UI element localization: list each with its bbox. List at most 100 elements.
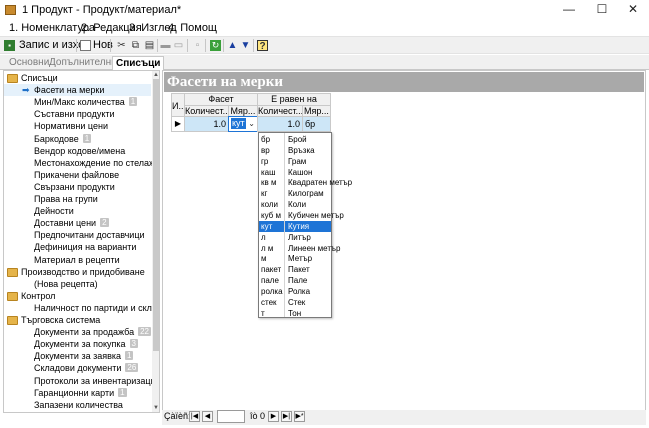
option-name: Линеен метър xyxy=(288,243,341,253)
equal-unit-cell[interactable]: бр xyxy=(302,116,331,132)
option-name: Ролка xyxy=(288,286,311,296)
option-name: Метър xyxy=(288,254,313,264)
last-record-button[interactable]: ▶| xyxy=(281,411,292,422)
paste-icon[interactable]: ▤ xyxy=(144,40,155,51)
toolbar-divider xyxy=(253,39,254,52)
first-record-button[interactable]: |◀ xyxy=(189,411,200,422)
sidebar-scrollbar[interactable]: ▲ ▼ xyxy=(152,71,159,412)
scroll-thumb[interactable] xyxy=(153,79,159,351)
dropdown-column-divider xyxy=(284,133,285,317)
sidebar-item-label: Свързани продукти xyxy=(34,181,115,192)
maximize-button[interactable]: ☐ xyxy=(586,0,618,20)
sidebar-item-label: Протоколи за инвентаризация xyxy=(34,375,160,386)
copy-icon[interactable]: ⧉ xyxy=(130,40,141,51)
option-code: ролка xyxy=(261,286,283,296)
record-number-input[interactable] xyxy=(217,410,245,423)
dropdown-option[interactable]: пале Пале xyxy=(259,275,331,286)
new-record-button[interactable]: ▶* xyxy=(294,411,305,422)
sidebar-item-label: Права на групи xyxy=(34,194,98,204)
dropdown-option[interactable]: л м Линеен метър xyxy=(259,243,340,254)
toolbar-divider xyxy=(223,39,224,52)
scroll-up-icon[interactable]: ▲ xyxy=(152,71,159,79)
content-panel: Фасети на мерки И... Фасет Е равен на Ко… xyxy=(162,70,646,413)
count-badge: 22 xyxy=(138,327,152,337)
minimize-button[interactable]: — xyxy=(553,0,585,20)
sidebar-item-label: Складови документи xyxy=(34,363,122,374)
dropdown-option[interactable]: каш Кашон xyxy=(259,167,331,178)
record-navigator: Çàïèñ: |◀ ◀ îò 0 ▶ ▶| ▶* xyxy=(162,410,646,425)
refresh-icon[interactable]: ↻ xyxy=(210,40,221,51)
option-code: кв м xyxy=(261,178,277,188)
sidebar-item-label: Доставни цени xyxy=(34,218,97,229)
dropdown-option[interactable]: м Метър xyxy=(259,253,331,264)
row-header-column[interactable]: И... xyxy=(171,93,185,117)
sidebar-item-label: Документи за заявка xyxy=(34,351,122,362)
dropdown-option[interactable]: коли Коли xyxy=(259,199,331,210)
option-code: гр xyxy=(261,156,269,166)
arrow-up-icon[interactable]: ▲ xyxy=(227,40,238,51)
sidebar-item-label: Документи за продажба xyxy=(34,327,135,338)
next-record-button[interactable]: ▶ xyxy=(268,411,279,422)
tab-lists[interactable]: Списъци xyxy=(112,56,165,70)
unit-combobox[interactable]: кут ⌄ xyxy=(228,116,258,132)
unit-dropdown-list[interactable]: бр Брой вр Връзка гр Грам каш Кашон кв м Квадрате… xyxy=(258,132,352,319)
cut-icon[interactable]: ✂ xyxy=(116,40,127,51)
tab-additional[interactable]: Допълнителни xyxy=(46,56,120,70)
count-badge: 3 xyxy=(129,339,138,349)
dropdown-option[interactable]: ролка Ролка xyxy=(259,286,331,297)
dropdown-option[interactable]: гр Грам xyxy=(259,156,331,167)
scroll-down-icon[interactable]: ▼ xyxy=(152,404,159,412)
dropdown-option[interactable]: кут Кутия xyxy=(259,220,331,232)
help-icon[interactable]: ? xyxy=(257,40,268,52)
option-name: Брой xyxy=(288,135,307,144)
dropdown-option[interactable]: л Литър xyxy=(259,232,331,243)
menu-help[interactable]: 4. Помощ xyxy=(168,22,217,34)
dropdown-option[interactable]: куб м Кубичен метър xyxy=(259,210,344,221)
sidebar-item-label: Запазени количества xyxy=(34,399,123,410)
dropdown-option[interactable]: кв м Квадратен метър xyxy=(259,177,352,188)
app-icon xyxy=(5,5,16,15)
close-button[interactable]: ✕ xyxy=(617,0,649,20)
option-name: Кутия xyxy=(288,221,310,231)
section-title: Фасети на мерки xyxy=(167,74,284,90)
dropdown-option[interactable]: стек Стек xyxy=(259,297,331,308)
equal-quantity-cell[interactable]: 1.0 xyxy=(257,116,303,132)
toolbar-divider xyxy=(187,39,188,52)
print-preview-icon[interactable]: ▭ xyxy=(173,40,184,51)
folder-icon xyxy=(7,267,18,277)
sidebar-item-label: Производство и придобиване xyxy=(21,266,145,277)
sidebar-item-label: Баркодове xyxy=(34,133,79,144)
document-icon[interactable]: ▫ xyxy=(192,40,203,51)
option-name: Пакет xyxy=(288,265,310,275)
option-code: кут xyxy=(261,221,273,231)
option-code: вр xyxy=(261,145,270,155)
folder-icon xyxy=(7,291,18,301)
option-code: стек xyxy=(261,297,277,307)
option-code: каш xyxy=(261,167,276,177)
print-icon[interactable]: ▬ xyxy=(160,40,171,51)
record-label: Çàïèñ: xyxy=(164,411,191,421)
toolbar: ▪ Запис и изход Нов ✂ ⧉ ▤ ▬ ▭ ▫ ↻ ▲ ▼ ? xyxy=(0,36,649,54)
dropdown-option[interactable]: пакет Пакет xyxy=(259,264,331,275)
record-count: îò 0 xyxy=(250,411,266,421)
toolbar-divider xyxy=(76,39,77,52)
arrow-down-icon[interactable]: ▼ xyxy=(240,40,251,51)
dropdown-option[interactable]: кг Килограм xyxy=(259,188,331,199)
previous-record-button[interactable]: ◀ xyxy=(202,411,213,422)
chevron-down-icon[interactable]: ⌄ xyxy=(248,117,255,131)
sidebar-item[interactable]: ➡ Фасети на мерки xyxy=(4,84,151,97)
sidebar-item-label: Съставни продукти xyxy=(34,109,115,120)
option-name: Връзка xyxy=(288,145,315,155)
option-code: л м xyxy=(261,243,274,253)
option-name: Квадратен метър xyxy=(288,178,353,188)
sidebar-item-label: Гаранционни карти xyxy=(34,387,115,398)
dropdown-option[interactable]: т Тон xyxy=(259,308,331,319)
quantity-cell[interactable]: 1.0 xyxy=(184,116,229,132)
sidebar-item-label: Вендор кодове/имена xyxy=(34,145,126,156)
sidebar-item-label: Документи за покупка xyxy=(34,339,126,350)
dropdown-option[interactable]: бр Брой xyxy=(259,134,331,145)
current-arrow-icon: ➡ xyxy=(22,85,30,96)
dropdown-option[interactable]: вр Връзка xyxy=(259,145,331,156)
toolbar-divider xyxy=(205,39,206,52)
sidebar-item-label: Дейности xyxy=(34,206,74,217)
